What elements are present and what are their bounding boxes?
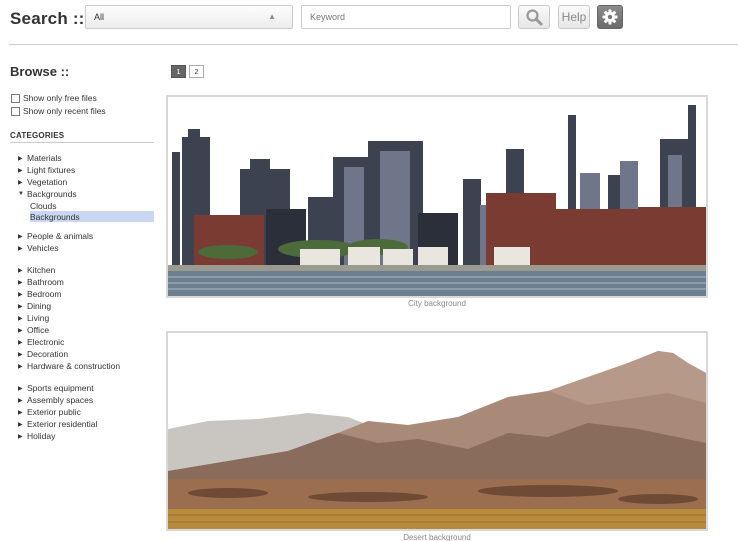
recent-files-checkbox[interactable] xyxy=(11,106,20,116)
category-exterior-public[interactable]: ▶ Exterior public xyxy=(18,406,81,418)
expand-arrow-icon: ▶ xyxy=(18,303,23,310)
page-2-button[interactable]: 2 xyxy=(189,65,204,78)
category-label: Vegetation xyxy=(27,177,68,187)
category-select-value: All xyxy=(94,12,105,22)
collapse-arrow-icon: ▼ xyxy=(18,191,24,197)
category-exterior-residential[interactable]: ▶ Exterior residential xyxy=(18,418,97,430)
expand-arrow-icon: ▶ xyxy=(18,397,23,404)
subcategory-clouds[interactable]: Clouds xyxy=(30,200,154,211)
result-caption-desert[interactable]: Desert background xyxy=(166,533,708,541)
category-holiday[interactable]: ▶ Holiday xyxy=(18,430,55,442)
expand-arrow-icon: ▶ xyxy=(18,327,23,334)
category-vegetation[interactable]: ▶ Vegetation xyxy=(18,176,67,188)
category-select[interactable]: All ▲ xyxy=(85,5,293,29)
category-label: Bedroom xyxy=(27,289,62,299)
categories-heading: CATEGORIES xyxy=(10,131,65,140)
expand-arrow-icon: ▶ xyxy=(18,155,23,162)
free-files-filter[interactable]: Show only free files xyxy=(11,93,97,103)
help-button[interactable]: Help xyxy=(558,5,590,29)
category-label: Backgrounds xyxy=(27,189,77,199)
free-files-label: Show only free files xyxy=(23,93,97,103)
expand-arrow-icon: ▶ xyxy=(18,291,23,298)
expand-arrow-icon: ▶ xyxy=(18,267,23,274)
category-label: People & animals xyxy=(27,231,94,241)
search-title: Search :: xyxy=(10,9,85,28)
category-electronic[interactable]: ▶ Electronic xyxy=(18,336,64,348)
expand-arrow-icon: ▶ xyxy=(18,433,23,440)
keyword-input[interactable] xyxy=(301,5,511,29)
category-label: Office xyxy=(27,325,50,335)
expand-arrow-icon: ▶ xyxy=(18,339,23,346)
category-materials[interactable]: ▶ Materials xyxy=(18,152,61,164)
category-living[interactable]: ▶ Living xyxy=(18,312,49,324)
expand-arrow-icon: ▶ xyxy=(18,279,23,286)
category-label: Assembly spaces xyxy=(27,395,94,405)
category-label: Exterior public xyxy=(27,407,81,417)
category-bathroom[interactable]: ▶ Bathroom xyxy=(18,276,64,288)
expand-arrow-icon: ▶ xyxy=(18,179,23,186)
expand-arrow-icon: ▶ xyxy=(18,315,23,322)
category-label: Decoration xyxy=(27,349,69,359)
categories-divider xyxy=(10,142,154,143)
expand-arrow-icon: ▶ xyxy=(18,233,23,240)
recent-files-filter[interactable]: Show only recent files xyxy=(11,106,106,116)
category-sports-equipment[interactable]: ▶ Sports equipment xyxy=(18,382,94,394)
category-people-animals[interactable]: ▶ People & animals xyxy=(18,230,93,242)
expand-arrow-icon: ▶ xyxy=(18,245,23,252)
category-label: Living xyxy=(27,313,50,323)
result-caption-city[interactable]: City background xyxy=(166,299,708,308)
category-vehicles[interactable]: ▶ Vehicles xyxy=(18,242,59,254)
category-label: Holiday xyxy=(27,431,56,441)
expand-arrow-icon: ▶ xyxy=(18,409,23,416)
category-label: Exterior residential xyxy=(27,419,98,429)
category-kitchen[interactable]: ▶ Kitchen xyxy=(18,264,55,276)
page-1-button[interactable]: 1 xyxy=(171,65,186,78)
category-dining[interactable]: ▶ Dining xyxy=(18,300,51,312)
category-assembly-spaces[interactable]: ▶ Assembly spaces xyxy=(18,394,93,406)
category-light-fixtures[interactable]: ▶ Light fixtures xyxy=(18,164,75,176)
expand-arrow-icon: ▶ xyxy=(18,421,23,428)
search-bar: Search :: All ▲ Help xyxy=(0,0,738,44)
search-icon xyxy=(526,9,543,26)
select-arrows-icon: ▲ xyxy=(268,12,276,21)
result-thumbnail-desert[interactable] xyxy=(166,331,708,531)
category-label: Electronic xyxy=(27,337,65,347)
free-files-checkbox[interactable] xyxy=(11,93,20,103)
expand-arrow-icon: ▶ xyxy=(18,363,23,370)
category-label: Sports equipment xyxy=(27,383,94,393)
result-thumbnail-city[interactable] xyxy=(166,95,708,298)
expand-arrow-icon: ▶ xyxy=(18,167,23,174)
pagination: 1 2 xyxy=(171,65,204,78)
settings-button[interactable] xyxy=(597,5,623,29)
category-label: Dining xyxy=(27,301,52,311)
category-label: Materials xyxy=(27,153,62,163)
category-decoration[interactable]: ▶ Decoration xyxy=(18,348,68,360)
city-skyline-image xyxy=(168,97,706,296)
expand-arrow-icon: ▶ xyxy=(18,385,23,392)
desert-mountains-image xyxy=(168,333,706,529)
category-label: Vehicles xyxy=(27,243,59,253)
header-divider xyxy=(9,44,738,45)
category-hardware-construction[interactable]: ▶ Hardware & construction xyxy=(18,360,120,372)
category-backgrounds[interactable]: ▼ Backgrounds xyxy=(18,188,77,200)
category-label: Light fixtures xyxy=(27,165,76,175)
subcategory-backgrounds[interactable]: Backgrounds xyxy=(30,211,154,222)
expand-arrow-icon: ▶ xyxy=(18,351,23,358)
category-label: Kitchen xyxy=(27,265,56,275)
search-button[interactable] xyxy=(518,5,550,29)
gear-icon xyxy=(602,9,618,25)
browse-title: Browse :: xyxy=(10,64,70,79)
category-office[interactable]: ▶ Office xyxy=(18,324,49,336)
category-label: Hardware & construction xyxy=(27,361,121,371)
category-bedroom[interactable]: ▶ Bedroom xyxy=(18,288,62,300)
recent-files-label: Show only recent files xyxy=(23,106,106,116)
category-label: Bathroom xyxy=(27,277,64,287)
